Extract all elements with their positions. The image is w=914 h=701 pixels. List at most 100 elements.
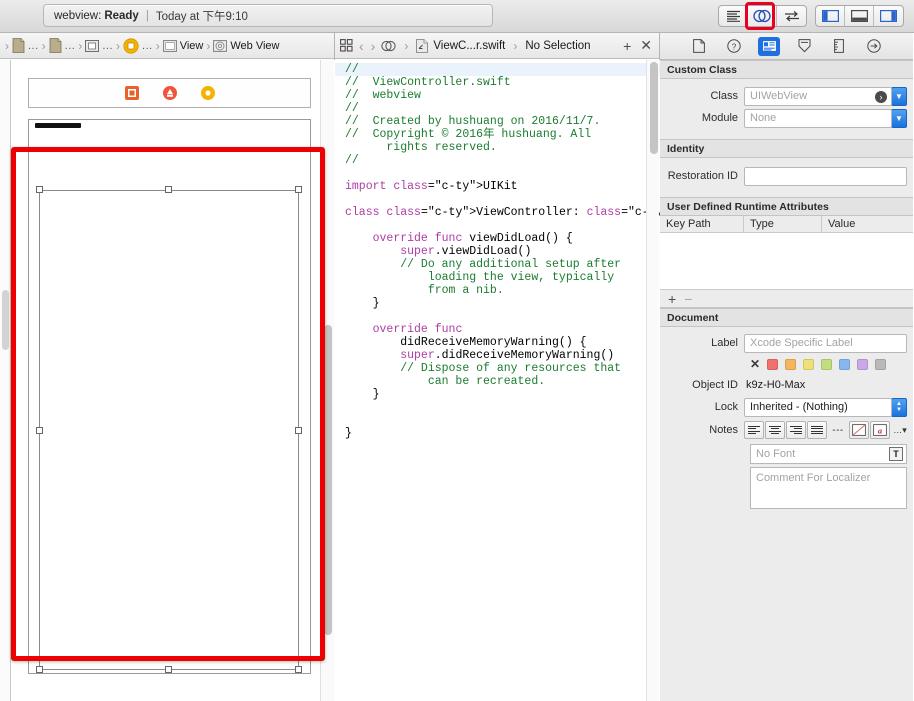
code-editor-pane: ‹ › › ViewC...r.swift › No Selection + ✕… bbox=[335, 33, 660, 701]
code-vertical-scrollbar[interactable] bbox=[646, 60, 659, 701]
no-color-icon[interactable]: ✕ bbox=[750, 358, 760, 370]
breadcrumb-item-web-view[interactable]: Web View bbox=[213, 39, 279, 53]
code-line: // bbox=[345, 102, 359, 115]
standard-editor-button[interactable] bbox=[719, 6, 748, 26]
breadcrumb-item-group[interactable]: ... bbox=[49, 38, 76, 53]
id-card-icon bbox=[761, 40, 777, 52]
status-timestamp: Today at 下午9:10 bbox=[155, 10, 248, 23]
restoration-id-field[interactable] bbox=[744, 166, 907, 186]
more-icon[interactable]: …▾ bbox=[891, 421, 909, 439]
align-justify-icon[interactable] bbox=[807, 421, 827, 439]
object-id-value: k9z-H0-Max bbox=[746, 379, 806, 391]
add-attribute-button[interactable]: + bbox=[668, 291, 676, 307]
status-bar[interactable]: webview: Ready | Today at 下午9:10 bbox=[43, 4, 493, 27]
color-swatch-gray[interactable] bbox=[875, 358, 887, 370]
align-right-icon[interactable] bbox=[786, 421, 806, 439]
inspector-tab-bar: ? bbox=[660, 33, 913, 60]
color-swatch-yellow[interactable] bbox=[803, 358, 815, 370]
code-file-name[interactable]: ViewC...r.swift bbox=[433, 40, 505, 52]
navigator-scroll-thumb[interactable] bbox=[2, 290, 9, 350]
debug-area-toggle-button[interactable] bbox=[845, 6, 874, 26]
version-editor-button[interactable] bbox=[777, 6, 806, 26]
assistant-venn-circles-icon[interactable] bbox=[381, 40, 396, 52]
breadcrumb-sep: › bbox=[206, 38, 211, 53]
code-text-area[interactable]: //// ViewController.swift// webview//// … bbox=[335, 60, 660, 701]
ruler-icon bbox=[834, 39, 844, 53]
code-line: } bbox=[345, 427, 352, 440]
attributes-inspector-tab[interactable] bbox=[793, 37, 815, 56]
navigator-collapsed-edge[interactable] bbox=[0, 60, 11, 701]
file-inspector-tab[interactable] bbox=[688, 37, 710, 56]
first-responder-dock-icon[interactable] bbox=[162, 85, 178, 101]
dashes-icon[interactable]: --- bbox=[828, 421, 848, 439]
connections-inspector-tab[interactable] bbox=[863, 37, 885, 56]
breadcrumb-item-view-controller[interactable]: ... bbox=[123, 37, 153, 54]
breadcrumb-item-project[interactable]: ... bbox=[12, 38, 39, 53]
xcode-window: webview: Ready | Today at 下午9:10 › ... ›… bbox=[0, 0, 914, 701]
module-field[interactable]: None bbox=[744, 108, 892, 128]
ib-canvas-area: ◀ bbox=[0, 60, 335, 701]
code-scroll-thumb[interactable] bbox=[650, 62, 658, 154]
font-panel-icon[interactable]: T bbox=[889, 447, 903, 461]
resize-handle-top-right[interactable] bbox=[295, 186, 302, 193]
resize-handle-bottom-left[interactable] bbox=[36, 666, 43, 673]
document-label-field[interactable]: Xcode Specific Label bbox=[744, 333, 907, 353]
exit-dock-icon[interactable] bbox=[200, 85, 216, 101]
runtime-attributes-section-header: User Defined Runtime Attributes bbox=[660, 197, 913, 216]
breadcrumb-item-view[interactable]: View bbox=[162, 39, 203, 53]
align-center-icon[interactable] bbox=[765, 421, 785, 439]
text-color-icon[interactable]: a bbox=[870, 421, 890, 439]
resize-handle-top-left[interactable] bbox=[36, 186, 43, 193]
color-swatch-blue[interactable] bbox=[839, 358, 851, 370]
color-swatch-green[interactable] bbox=[821, 358, 833, 370]
swap-arrows-icon bbox=[784, 11, 799, 22]
code-line: from a nib. bbox=[345, 284, 504, 297]
identity-inspector-tab[interactable] bbox=[758, 36, 780, 56]
code-selection-label[interactable]: No Selection bbox=[525, 40, 590, 52]
runtime-attributes-table-body[interactable] bbox=[660, 233, 913, 290]
resize-handle-top-center[interactable] bbox=[165, 186, 172, 193]
breadcrumb-label: ... bbox=[102, 39, 114, 52]
quick-help-tab[interactable]: ? bbox=[723, 37, 745, 56]
swift-file-icon bbox=[416, 38, 429, 53]
ib-canvas[interactable]: ◀ bbox=[12, 60, 330, 701]
view-controller-dock-icon[interactable] bbox=[124, 85, 140, 101]
resize-handle-middle-left[interactable] bbox=[36, 427, 43, 434]
class-dropdown-arrow[interactable]: ▼ bbox=[891, 86, 907, 106]
related-items-icon[interactable] bbox=[340, 39, 353, 52]
document-icon bbox=[12, 38, 25, 53]
navigator-toggle-button[interactable] bbox=[816, 6, 845, 26]
module-dropdown-arrow[interactable]: ▼ bbox=[891, 108, 907, 128]
breadcrumb-item-storyboard[interactable]: ... bbox=[85, 39, 113, 53]
assistant-editor-button[interactable] bbox=[748, 6, 777, 26]
color-swatch-orange[interactable] bbox=[785, 358, 797, 370]
color-swatch-purple[interactable] bbox=[857, 358, 869, 370]
add-assistant-editor-button[interactable]: + bbox=[621, 38, 633, 54]
align-left-icon[interactable] bbox=[744, 421, 764, 439]
forward-button[interactable]: › bbox=[370, 38, 377, 54]
lock-stepper[interactable]: ▲ ▼ bbox=[891, 397, 907, 417]
scene-dock bbox=[28, 78, 311, 108]
resize-handle-bottom-center[interactable] bbox=[165, 666, 172, 673]
back-button[interactable]: ‹ bbox=[358, 38, 365, 54]
close-assistant-editor-button[interactable]: ✕ bbox=[638, 37, 654, 54]
code-line: // Copyright © 2016年 hushuang. All bbox=[345, 128, 592, 141]
resize-handle-middle-right[interactable] bbox=[295, 427, 302, 434]
resize-handle-bottom-right[interactable] bbox=[295, 666, 302, 673]
lock-field[interactable]: Inherited - (Nothing) bbox=[744, 397, 892, 417]
canvas-vertical-scrollbar[interactable] bbox=[320, 60, 334, 701]
inspector-toggle-button[interactable] bbox=[874, 6, 903, 26]
view-controller-view[interactable] bbox=[28, 119, 311, 674]
class-field[interactable]: UIWebView › bbox=[744, 86, 892, 106]
remove-attribute-button[interactable]: − bbox=[684, 291, 692, 307]
canvas-scroll-thumb[interactable] bbox=[324, 325, 332, 635]
no-color-icon[interactable] bbox=[849, 421, 869, 439]
code-line: rights reserved. bbox=[345, 141, 497, 154]
class-jump-icon[interactable]: › bbox=[875, 90, 887, 103]
color-swatch-red[interactable] bbox=[767, 358, 779, 370]
notes-font-field[interactable]: No Font T bbox=[750, 444, 907, 464]
localizer-comment-field[interactable]: Comment For Localizer bbox=[750, 467, 907, 509]
size-inspector-tab[interactable] bbox=[828, 37, 850, 56]
